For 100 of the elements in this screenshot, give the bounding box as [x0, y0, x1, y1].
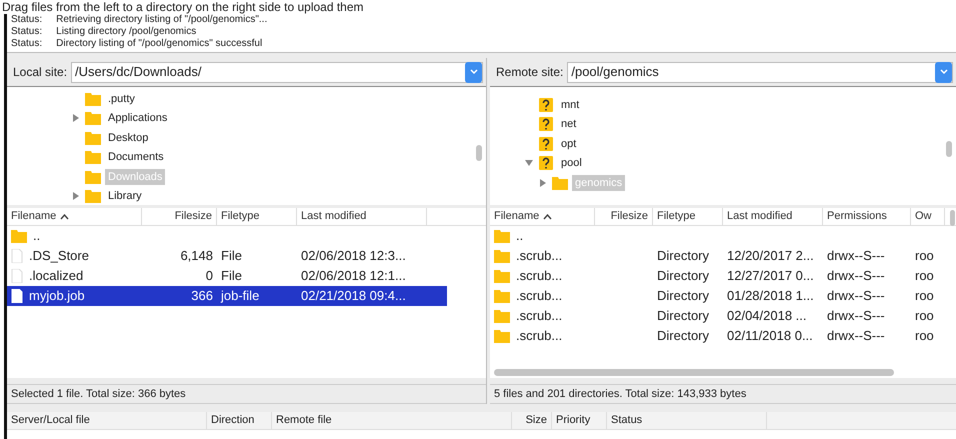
column-header[interactable]: Status [607, 412, 767, 429]
table-cell-text: drwx--S--- [827, 327, 885, 346]
column-header[interactable]: Remote file [272, 412, 512, 429]
table-cell-text: job-file [221, 287, 260, 306]
column-header[interactable]: Direction [207, 412, 272, 429]
table-cell-text: 02/04/2018 ... [727, 307, 807, 326]
site-label: Remote site: [496, 64, 564, 81]
file-name[interactable]: .DS_Store [29, 246, 89, 266]
table-cell-text: drwx--S--- [827, 307, 885, 326]
table-cell-text: File [221, 247, 242, 266]
file-name[interactable]: .scrub... [516, 266, 562, 286]
tree-item[interactable]: net [558, 116, 580, 132]
collapsed-arrow-icon[interactable] [539, 178, 547, 187]
file-name[interactable]: .scrub... [516, 246, 562, 266]
file-name[interactable]: .scrub... [516, 286, 562, 306]
table-cell-text: 0 [206, 267, 213, 286]
status-text: Selected 1 file. Total size: 366 bytes [7, 384, 486, 404]
file-name[interactable]: .. [33, 226, 40, 246]
sort-ascending-icon [543, 214, 552, 220]
folder-icon [494, 269, 510, 283]
tree-item[interactable]: Applications [105, 110, 170, 126]
folder-icon [552, 176, 568, 190]
tree-item[interactable]: Library [105, 188, 145, 204]
column-header[interactable]: Ow [911, 208, 945, 225]
log-label: Status: [11, 26, 42, 38]
site-label: Local site: [13, 64, 68, 81]
table-cell-text: 02/21/2018 09:4... [301, 287, 406, 306]
table-cell-text: roo [915, 327, 934, 346]
file-name[interactable]: .. [516, 226, 524, 246]
table-cell-text: 366 [191, 287, 213, 306]
table-cell-text: roo [915, 267, 934, 286]
folder-icon [85, 130, 101, 145]
column-header[interactable]: Last modified [297, 208, 427, 225]
folder-icon [494, 289, 510, 303]
file-name[interactable]: .scrub... [516, 326, 562, 346]
table-cell-text: 6,148 [180, 247, 213, 266]
column-header[interactable]: Size [512, 412, 552, 429]
sort-ascending-icon [60, 214, 70, 220]
tree-item[interactable]: Desktop [105, 130, 152, 146]
table-cell-text: File [221, 267, 242, 286]
column-header[interactable]: Filename [490, 208, 595, 225]
folder-icon [85, 170, 101, 184]
collapsed-arrow-icon[interactable] [72, 192, 80, 200]
tree-item[interactable]: mnt [558, 96, 582, 113]
file-name[interactable]: .scrub... [516, 306, 562, 326]
file-name[interactable]: myjob.job [29, 286, 85, 306]
log-label: Status: [11, 38, 42, 50]
question-folder-icon [538, 117, 554, 132]
table-cell-text: roo [915, 247, 934, 266]
instruction-caption: Drag files from the left to a directory on the right side to upload them [2, 0, 364, 14]
path-field[interactable]: /Users/dc/Downloads/ [71, 62, 483, 82]
question-folder-icon [538, 156, 554, 170]
folder-icon [85, 150, 101, 164]
folder-icon [85, 111, 101, 126]
folder-icon [494, 309, 510, 323]
log-label: Status: [11, 14, 42, 26]
table-cell-text: 01/28/2018 1... [727, 287, 814, 306]
path-field[interactable]: /pool/genomics [567, 62, 953, 82]
tree-item[interactable]: Documents [105, 149, 167, 166]
expanded-arrow-icon[interactable] [525, 159, 533, 168]
folder-icon [85, 189, 101, 204]
dropdown-button[interactable] [465, 62, 482, 82]
chevron-down-icon [470, 69, 478, 75]
column-header[interactable]: Permissions [823, 208, 911, 225]
tree-item[interactable]: .putty [105, 90, 138, 107]
table-cell-text: Directory [657, 247, 710, 266]
column-header[interactable]: Filetype [653, 208, 723, 225]
collapsed-arrow-icon[interactable] [72, 114, 80, 122]
table-cell-text: roo [915, 307, 934, 326]
table-cell-text: 02/11/2018 0... [727, 327, 813, 346]
column-header[interactable]: Filesize [595, 208, 653, 225]
scrollbar-thumb[interactable] [946, 141, 952, 157]
column-header[interactable]: Filename [7, 208, 142, 225]
tree-item[interactable]: opt [558, 136, 580, 152]
question-folder-icon [538, 98, 554, 112]
tree-item[interactable]: pool [558, 155, 585, 172]
file-name[interactable]: .localized [29, 266, 84, 286]
dropdown-button[interactable] [935, 62, 952, 82]
folder-icon [494, 249, 510, 263]
table-cell-text: Directory [657, 287, 710, 306]
folder-icon [494, 229, 510, 243]
table-cell-text: drwx--S--- [827, 287, 885, 306]
scrollbar-thumb[interactable] [494, 369, 894, 376]
column-header[interactable]: Last modified [723, 208, 823, 225]
file-icon [11, 249, 23, 263]
column-header[interactable]: Server/Local file [7, 412, 207, 429]
table-cell-text: 02/06/2018 12:3... [301, 247, 406, 266]
log-message: Listing directory /pool/genomics [56, 26, 196, 38]
column-header[interactable]: Filesize [142, 208, 217, 225]
chevron-down-icon [940, 69, 948, 75]
table-cell-text: 12/20/2017 2... [727, 247, 814, 266]
folder-icon [85, 92, 101, 106]
table-cell-text: 02/06/2018 12:1... [301, 267, 406, 286]
column-header[interactable]: Priority [552, 412, 607, 429]
column-header[interactable]: Filetype [217, 208, 297, 225]
table-cell-text: 12/27/2017 0... [727, 267, 814, 286]
scrollbar-thumb[interactable] [950, 210, 955, 226]
folder-icon [494, 329, 510, 343]
scrollbar-thumb[interactable] [476, 145, 482, 161]
table-cell-text: roo [915, 287, 934, 306]
